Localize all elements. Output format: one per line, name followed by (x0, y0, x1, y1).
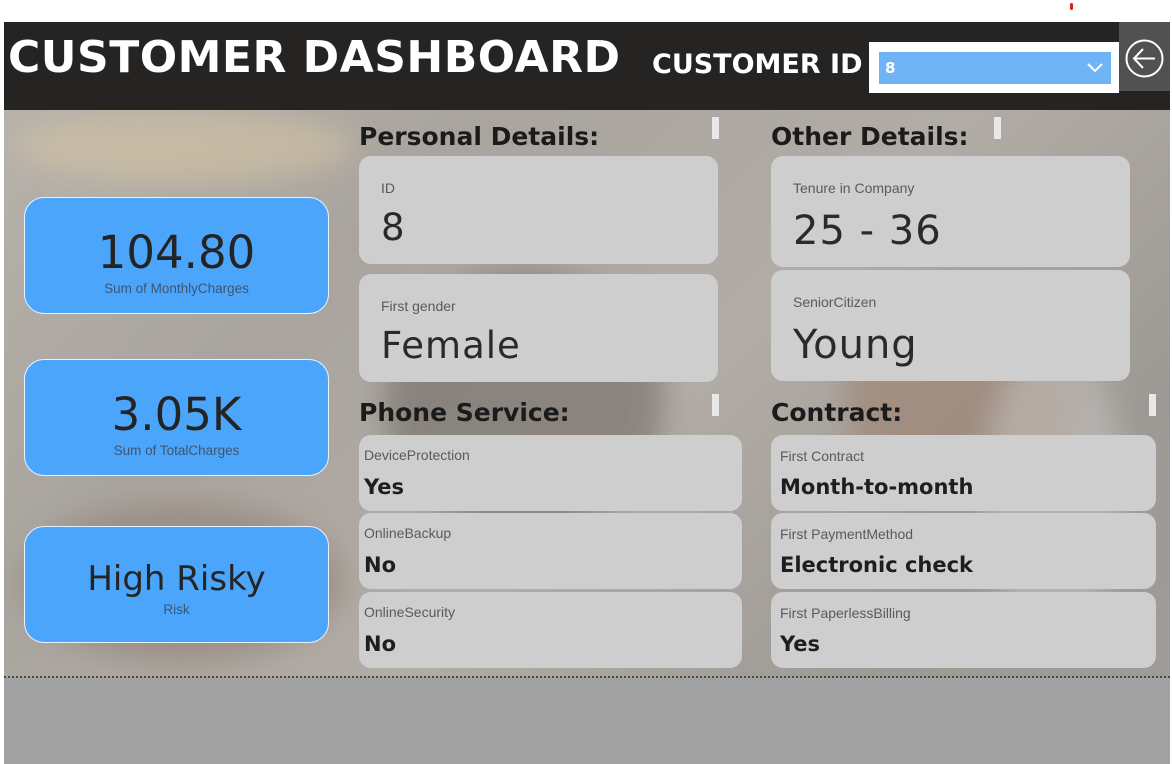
report-canvas: CUSTOMER DASHBOARD CUSTOMER ID 8 104.80 … (4, 22, 1170, 764)
card-value: 25 - 36 (793, 208, 942, 254)
back-button[interactable] (1119, 22, 1170, 91)
customer-id-slicer[interactable]: 8 (869, 42, 1119, 93)
card-label: OnlineSecurity (364, 604, 456, 620)
kpi-value: 104.80 (97, 226, 256, 279)
decorative-mark (1070, 3, 1073, 10)
kpi-label: Sum of MonthlyCharges (104, 281, 249, 296)
customer-id-selected-value: 8 (885, 59, 896, 77)
kpi-label: Sum of TotalCharges (113, 443, 240, 458)
card-payment-method: First PaymentMethod Electronic check (771, 513, 1156, 589)
card-value: Female (381, 324, 521, 367)
card-label: First PaperlessBilling (780, 605, 911, 621)
card-id: ID 8 (359, 156, 718, 264)
card-label: OnlineBackup (364, 525, 452, 541)
page-title: CUSTOMER DASHBOARD (8, 32, 621, 83)
card-value: Electronic check (780, 553, 974, 577)
kpi-card-total-charges: 3.05K Sum of TotalCharges (24, 359, 329, 476)
card-label: Tenure in Company (793, 180, 915, 196)
dashboard-header: CUSTOMER DASHBOARD CUSTOMER ID 8 (4, 22, 1170, 110)
kpi-card-monthly-charges: 104.80 Sum of MonthlyCharges (24, 197, 329, 314)
card-device-protection: DeviceProtection Yes (359, 435, 742, 511)
section-marker (712, 394, 719, 416)
card-online-security: OnlineSecurity No (359, 592, 742, 668)
card-value: No (364, 632, 397, 656)
card-label: ID (381, 180, 395, 196)
card-label: First Contract (780, 448, 865, 464)
card-value: Yes (364, 475, 405, 499)
card-online-backup: OnlineBackup No (359, 513, 742, 589)
card-gender: First gender Female (359, 274, 718, 382)
section-heading-contract: Contract: (771, 398, 903, 427)
kpi-value: High Risky (87, 559, 266, 599)
section-marker (994, 117, 1001, 139)
card-label: First PaymentMethod (780, 526, 914, 542)
card-label: First gender (381, 298, 456, 314)
kpi-label: Risk (163, 602, 190, 617)
section-marker (712, 117, 719, 139)
card-paperless-billing: First PaperlessBilling Yes (771, 592, 1156, 668)
section-heading-personal: Personal Details: (359, 122, 600, 151)
kpi-value: 3.05K (111, 388, 242, 441)
section-heading-phone: Phone Service: (359, 398, 570, 427)
card-senior-citizen: SeniorCitizen Young (771, 270, 1130, 381)
card-value: No (364, 553, 397, 577)
card-label: DeviceProtection (364, 447, 470, 463)
customer-id-label: CUSTOMER ID (652, 49, 863, 80)
footer-band (4, 677, 1170, 764)
card-value: Yes (780, 632, 821, 656)
card-label: SeniorCitizen (793, 294, 877, 310)
customer-id-dropdown[interactable]: 8 (879, 52, 1111, 84)
section-marker (1149, 394, 1156, 416)
card-value: Young (793, 322, 918, 368)
back-arrow-icon (1125, 39, 1164, 78)
kpi-card-risk: High Risky Risk (24, 526, 329, 643)
chevron-down-icon[interactable] (1085, 57, 1105, 77)
section-heading-other: Other Details: (771, 122, 969, 151)
card-value: Month-to-month (780, 475, 974, 499)
divider (4, 676, 1170, 678)
card-tenure: Tenure in Company 25 - 36 (771, 156, 1130, 267)
card-contract: First Contract Month-to-month (771, 435, 1156, 511)
card-value: 8 (381, 206, 406, 249)
background-photo-shelf (14, 112, 354, 182)
